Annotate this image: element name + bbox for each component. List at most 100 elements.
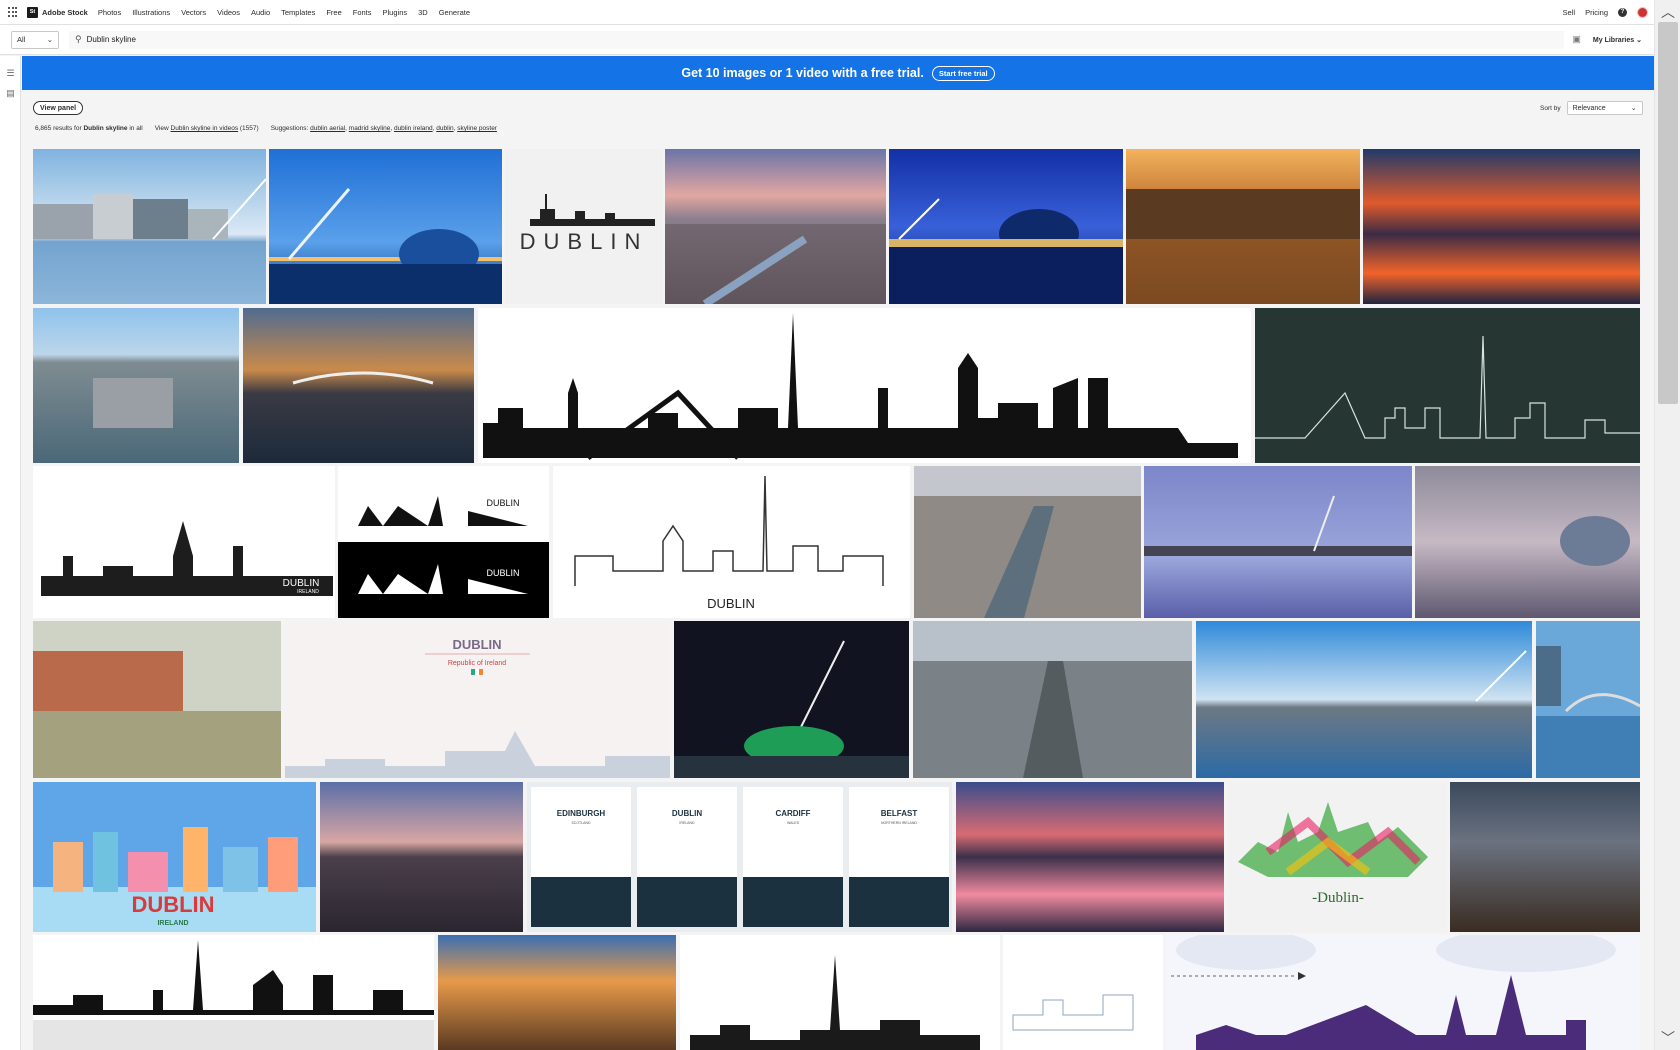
nav-fonts[interactable]: Fonts (353, 8, 372, 17)
vector-thumbnail (33, 940, 434, 1050)
image-result[interactable]: DUBLIN (505, 149, 663, 304)
photo-thumbnail (438, 935, 676, 1050)
suggestion-link[interactable]: skyline poster (457, 125, 497, 132)
suggestion-link[interactable]: madrid skyline (349, 125, 391, 132)
image-result[interactable] (438, 935, 676, 1050)
photo-thumbnail (33, 621, 281, 778)
photo-thumbnail (269, 149, 502, 304)
image-result[interactable] (33, 935, 434, 1050)
library-icon[interactable]: ▤ (5, 88, 16, 99)
image-result[interactable]: EDINBURGH SCOTLAND DUBLIN IRELAND CARDIF… (527, 782, 952, 932)
nav-photos[interactable]: Photos (98, 8, 121, 17)
help-icon[interactable]: ? (1618, 7, 1627, 17)
nav-plugins[interactable]: Plugins (383, 8, 408, 17)
image-result[interactable] (913, 621, 1192, 778)
image-result[interactable] (1536, 621, 1640, 778)
nav-audio[interactable]: Audio (251, 8, 270, 17)
image-result[interactable] (1166, 935, 1640, 1050)
view-text: View (154, 125, 169, 132)
tile-caption: DUBLIN (486, 568, 519, 578)
image-result[interactable]: DUBLIN DUBLIN (338, 466, 549, 618)
poster-country: SCOTLAND (571, 821, 591, 825)
photo-thumbnail (956, 782, 1224, 932)
image-result[interactable] (1363, 149, 1640, 304)
nav-pricing[interactable]: Pricing (1585, 8, 1608, 17)
image-result[interactable]: DUBLIN IRELAND (33, 466, 335, 618)
my-libraries-button[interactable]: My Libraries ⌄ (1593, 36, 1642, 44)
asset-type-value: All (17, 35, 26, 44)
image-result[interactable]: -Dublin- (1228, 782, 1447, 932)
photo-thumbnail (1363, 149, 1640, 304)
image-result[interactable] (956, 782, 1224, 932)
image-result[interactable]: DUBLIN (553, 466, 910, 618)
image-result[interactable] (1450, 782, 1640, 932)
photo-thumbnail (1415, 466, 1640, 618)
scroll-up-icon[interactable]: ︿ (1655, 2, 1680, 20)
photo-thumbnail (1450, 782, 1640, 932)
chevron-down-icon: ⌄ (1630, 105, 1637, 112)
nav-templates[interactable]: Templates (281, 8, 315, 17)
apps-grid-icon[interactable] (8, 7, 18, 17)
image-result[interactable] (1144, 466, 1412, 618)
adobe-stock-logo[interactable]: St Adobe Stock (27, 6, 88, 18)
search-input[interactable] (86, 35, 1565, 44)
asset-type-select[interactable]: All ⌄ (11, 30, 59, 49)
tile-caption: IRELAND (157, 920, 188, 927)
start-free-trial-button[interactable]: Start free trial (931, 65, 995, 81)
image-result[interactable] (478, 308, 1251, 463)
image-result[interactable] (1196, 621, 1532, 778)
nav-sell[interactable]: Sell (1563, 8, 1576, 17)
image-result[interactable] (269, 149, 502, 304)
view-panel-button[interactable]: View panel (33, 101, 84, 115)
poster-city: BELFAST (881, 809, 918, 818)
image-result[interactable] (1126, 149, 1360, 304)
nav-generate[interactable]: Generate (439, 8, 470, 17)
vector-thumbnail (690, 955, 980, 1050)
avatar[interactable] (1637, 6, 1648, 18)
image-result[interactable] (33, 621, 281, 778)
nav-vectors[interactable]: Vectors (181, 8, 206, 17)
suggestion-link[interactable]: dublin aerial (310, 125, 345, 132)
page-scrollbar[interactable]: ︿ ﹀ (1654, 0, 1680, 1050)
tile-caption: DUBLIN (131, 892, 214, 917)
nav-illustrations[interactable]: Illustrations (132, 8, 170, 17)
vector-thumbnail: -Dublin- (1238, 802, 1428, 906)
search-field[interactable]: ⚲ (69, 30, 1565, 49)
sort-select[interactable]: Relevance ⌄ (1566, 101, 1643, 115)
nav-free[interactable]: Free (326, 8, 341, 17)
suggestion-link[interactable]: dublin (436, 125, 453, 132)
videos-link[interactable]: Dublin skyline in videos (171, 125, 239, 132)
chevron-down-icon: ⌄ (1636, 36, 1642, 44)
visual-search-icon[interactable]: ▣ (1572, 34, 1581, 45)
image-result[interactable] (243, 308, 474, 463)
image-result[interactable] (914, 466, 1141, 618)
image-result[interactable] (1255, 308, 1640, 463)
photo-thumbnail (1144, 466, 1412, 618)
vector-thumbnail: DUBLIN (574, 475, 884, 611)
nav-3d[interactable]: 3D (418, 8, 428, 17)
scroll-down-icon[interactable]: ﹀ (1655, 1028, 1680, 1046)
photo-thumbnail (320, 782, 523, 932)
image-result[interactable] (1415, 466, 1640, 618)
image-result[interactable] (680, 935, 1000, 1050)
results-summary: 6,865 results for Dublin skyline in all … (35, 125, 497, 132)
poster-city: DUBLIN (672, 809, 702, 818)
image-result[interactable] (1003, 935, 1163, 1050)
left-rail: ☰ ▤ (0, 56, 21, 1050)
scrollbar-thumb[interactable] (1658, 22, 1678, 404)
image-result[interactable] (674, 621, 909, 778)
image-result[interactable]: DUBLIN IRELAND (33, 782, 316, 932)
tile-caption: -Dublin- (1312, 890, 1364, 906)
image-result[interactable] (33, 149, 266, 304)
vector-thumbnail (1012, 994, 1134, 1031)
suggestion-link[interactable]: dublin ireland (394, 125, 433, 132)
image-result[interactable] (320, 782, 523, 932)
image-result[interactable] (33, 308, 239, 463)
filters-icon[interactable]: ☰ (5, 68, 16, 79)
image-result[interactable] (889, 149, 1123, 304)
image-result[interactable] (665, 149, 886, 304)
nav-videos[interactable]: Videos (217, 8, 240, 17)
photo-thumbnail (913, 621, 1192, 778)
logo-text: Adobe Stock (42, 7, 88, 17)
image-result[interactable]: DUBLIN Republic of Ireland (285, 621, 670, 778)
